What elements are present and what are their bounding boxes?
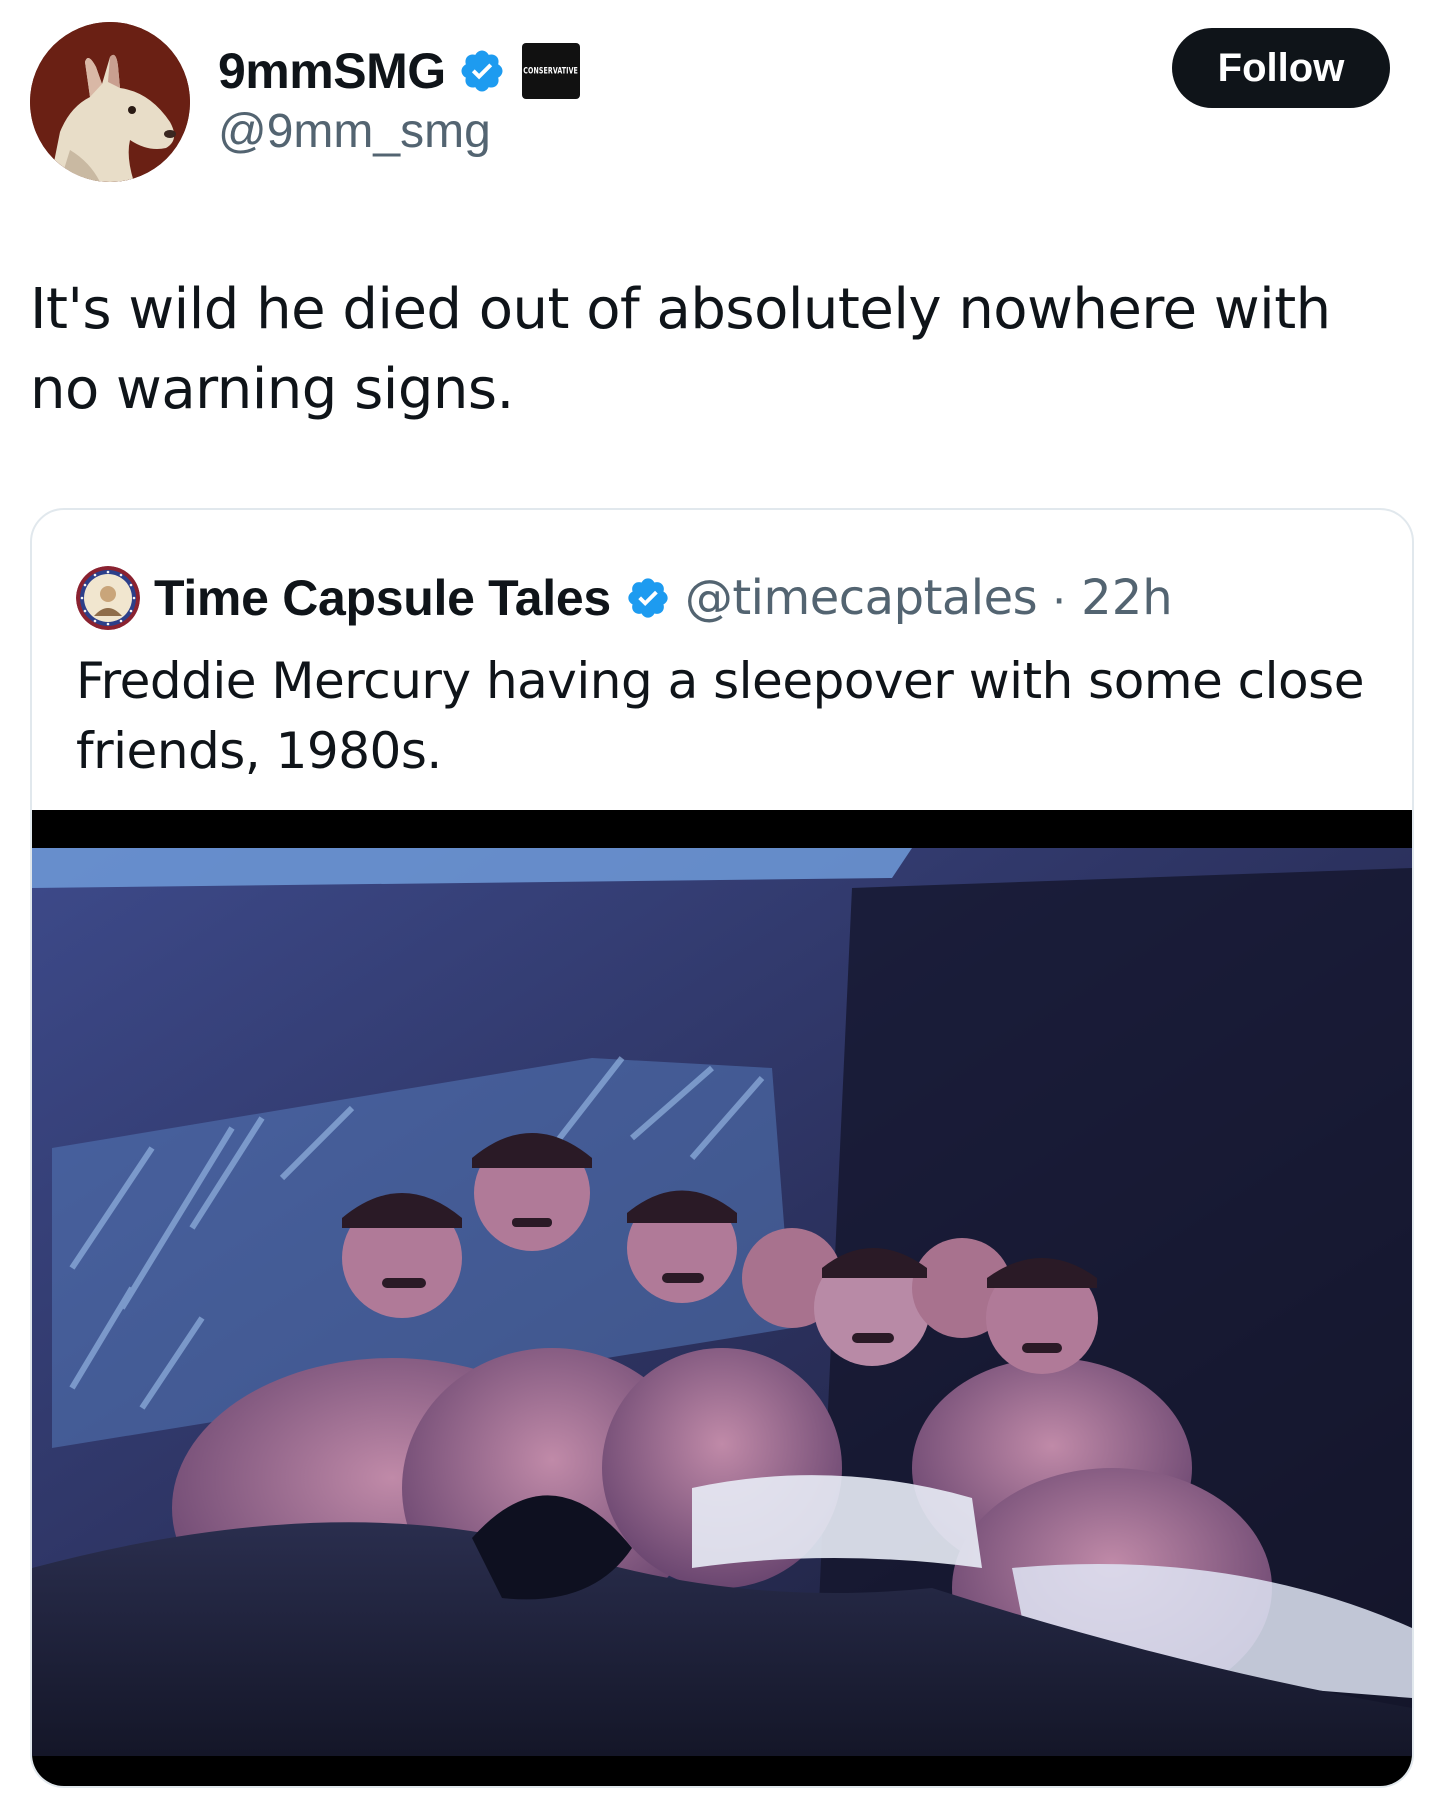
quoted-post-photo[interactable]: [32, 810, 1412, 1786]
group-photo-image: [32, 848, 1412, 1756]
follow-button[interactable]: Follow: [1172, 28, 1390, 108]
portrait-coin-icon: [76, 566, 140, 630]
author-display-name[interactable]: 9mmSMG: [218, 46, 446, 96]
bull-terrier-icon: [30, 22, 190, 182]
verified-badge-icon: [461, 50, 503, 92]
quoted-post-card[interactable]: Time Capsule Tales @timecaptales · 22h F…: [30, 508, 1414, 1788]
quoted-author-handle[interactable]: @timecaptales: [685, 570, 1038, 626]
quoted-post-header: Time Capsule Tales @timecaptales · 22h: [76, 558, 1173, 638]
post-text: It's wild he died out of absolutely nowh…: [30, 277, 1331, 422]
quoted-author-display-name[interactable]: Time Capsule Tales: [154, 569, 611, 627]
author-avatar[interactable]: [30, 22, 190, 182]
affiliate-badge[interactable]: CONSERVATIVE: [521, 43, 580, 99]
quoted-timestamp[interactable]: 22h: [1081, 570, 1173, 626]
author-handle[interactable]: @9mm_smg: [218, 108, 491, 156]
quoted-author-avatar[interactable]: [76, 566, 140, 630]
post: 9mmSMG CONSERVATIVE @9mm_smg Follow It's…: [0, 0, 1440, 1800]
affiliate-badge-text: CONSERVATIVE: [523, 65, 578, 77]
verified-badge-icon: [628, 578, 668, 618]
quoted-post-text: Freddie Mercury having a sleepover with …: [76, 652, 1364, 780]
author-name-row: 9mmSMG CONSERVATIVE: [218, 38, 580, 104]
quoted-separator: ·: [1051, 571, 1068, 625]
